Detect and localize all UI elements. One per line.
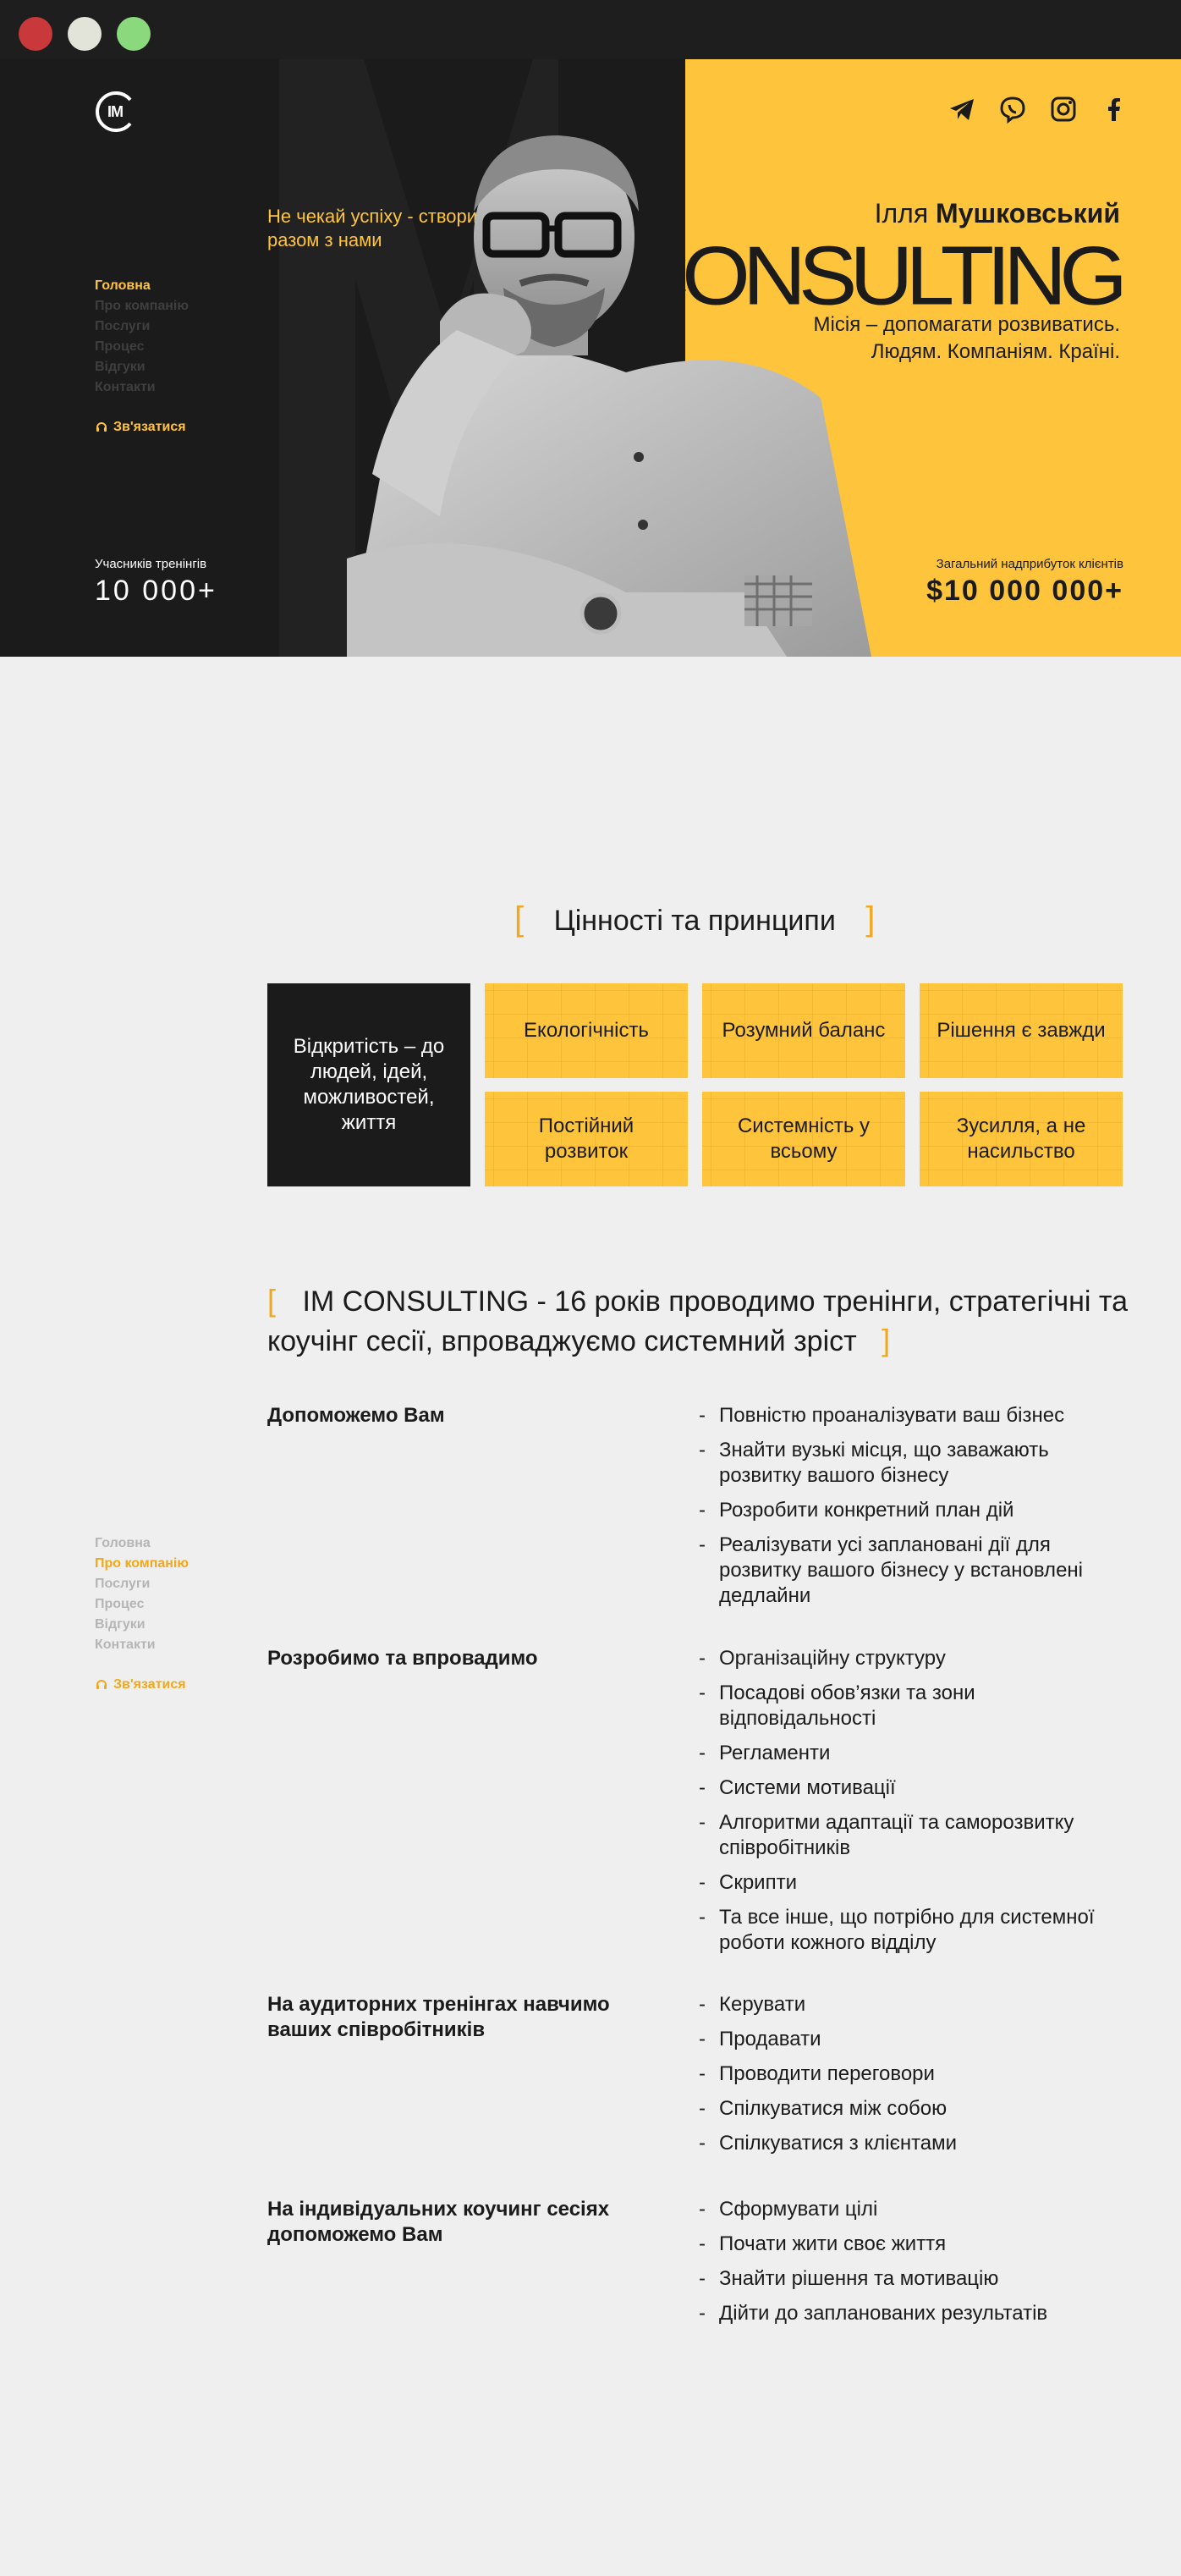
headset-icon — [96, 422, 107, 432]
list-item: Регламенти — [699, 1741, 1122, 1766]
nav-item-process[interactable]: Процес — [95, 337, 189, 357]
block-list: Організаційну структуру Посадові обов’яз… — [699, 1646, 1122, 1965]
value-card: Постійний розвиток — [485, 1092, 688, 1186]
window-titlebar — [0, 0, 1181, 59]
brand-title: CONSULTING — [625, 228, 1128, 323]
founder-photo — [347, 135, 871, 657]
nav-item-process[interactable]: Процес — [95, 1594, 189, 1615]
value-card: Зусилля, а не насильство — [920, 1092, 1123, 1186]
value-card: Системність у всьому — [702, 1092, 905, 1186]
list-item: Скрипти — [699, 1870, 1122, 1896]
value-card: Рішення є завжди — [920, 983, 1123, 1078]
nav-item-home[interactable]: Головна — [95, 1533, 189, 1554]
nav-item-about[interactable]: Про компанію — [95, 1554, 189, 1574]
mission-line-2: Людям. Компаніям. Країні. — [871, 340, 1120, 363]
list-item: Посадові обов’язки та зони відповідально… — [699, 1681, 1122, 1731]
minimize-window-button[interactable] — [68, 17, 102, 51]
stat-profit: Загальний надприбуток клієнтів $10 000 0… — [926, 557, 1123, 608]
nav-item-reviews[interactable]: Відгуки — [95, 1615, 189, 1635]
block-title: На аудиторних тренінгах навчимо ваших сп… — [267, 1993, 610, 2041]
founder-last-name: Мушковський — [936, 198, 1120, 228]
list-item: Знайти рішення та мотивацію — [699, 2266, 1122, 2292]
list-item: Знайти вузькі місця, що заважають розвит… — [699, 1438, 1122, 1489]
list-item: Спілкуватися з клієнтами — [699, 2131, 1122, 2156]
list-item: Системи мотивації — [699, 1775, 1122, 1801]
viber-icon[interactable] — [998, 95, 1027, 124]
list-item: Почати жити своє життя — [699, 2232, 1122, 2257]
list-item: Організаційну структуру — [699, 1646, 1122, 1671]
values-title-text: Цінності та принципи — [553, 905, 836, 937]
nav-item-home[interactable]: Головна — [95, 276, 189, 296]
value-card: Екологічність — [485, 983, 688, 1078]
stat-participants-value: 10 000+ — [95, 575, 217, 607]
contact-link-label: Зв'язатися — [113, 1677, 186, 1692]
list-item: Керувати — [699, 1992, 1122, 2017]
logo-text: IM — [107, 102, 124, 120]
founder-first-name: Ілля — [874, 198, 929, 228]
stat-participants-label: Учасників тренінгів — [95, 557, 207, 571]
bracket-close: ] — [882, 1323, 891, 1357]
stat-profit-value: $10 000 000+ — [926, 575, 1123, 607]
about-title-text: IM CONSULTING - 16 років проводимо трені… — [267, 1285, 1129, 1357]
list-item: Повністю проаналізувати ваш бізнес — [699, 1403, 1122, 1428]
nav-item-services[interactable]: Послуги — [95, 316, 189, 337]
about-title: [ IM CONSULTING - 16 років проводимо тре… — [267, 1281, 1130, 1361]
hero-side-nav: Головна Про компанію Послуги Процес Відг… — [95, 276, 189, 398]
contact-link[interactable]: Зв'язатися — [95, 1677, 186, 1693]
block-title: Допоможемо Вам — [267, 1404, 445, 1427]
nav-item-about[interactable]: Про компанію — [95, 296, 189, 316]
value-card-main: Відкритість – до людей, ідей, можливосте… — [267, 983, 470, 1186]
list-item: Розробити конкретний план дій — [699, 1498, 1122, 1523]
telegram-icon[interactable] — [948, 95, 976, 124]
block-title: Розробимо та впровадимо — [267, 1647, 538, 1670]
nav-item-services[interactable]: Послуги — [95, 1574, 189, 1594]
stat-participants: Учасників тренінгів 10 000+ — [95, 557, 217, 608]
founder-name: Ілля Мушковський — [875, 198, 1120, 229]
block-list: Сформувати цілі Почати жити своє життя З… — [699, 2197, 1122, 2336]
sticky-side-nav: Головна Про компанію Послуги Процес Відг… — [95, 1533, 189, 1655]
bracket-open: [ — [514, 900, 525, 938]
stat-profit-label: Загальний надприбуток клієнтів — [936, 557, 1123, 571]
site-logo[interactable]: IM — [93, 90, 137, 134]
list-item: Сформувати цілі — [699, 2197, 1122, 2222]
mission-line-1: Місія – допомагати розвиватись. — [813, 313, 1120, 336]
close-window-button[interactable] — [19, 17, 52, 51]
facebook-icon[interactable] — [1100, 95, 1129, 124]
list-item: Та все інше, що потрібно для системної р… — [699, 1905, 1122, 1956]
values-title: [ Цінності та принципи ] — [514, 900, 875, 938]
bracket-open: [ — [267, 1283, 277, 1318]
maximize-window-button[interactable] — [117, 17, 151, 51]
mission-text: Місія – допомагати розвиватись. Людям. К… — [814, 311, 1120, 366]
block-list: Керувати Продавати Проводити переговори … — [699, 1992, 1122, 2166]
list-item: Реалізувати усі заплановані дії для розв… — [699, 1533, 1122, 1609]
bracket-close: ] — [865, 900, 876, 938]
block-list: Повністю проаналізувати ваш бізнес Знайт… — [699, 1403, 1122, 1618]
list-item: Проводити переговори — [699, 2061, 1122, 2087]
list-item: Алгоритми адаптації та саморозвитку спів… — [699, 1810, 1122, 1861]
nav-item-contacts[interactable]: Контакти — [95, 377, 189, 398]
social-links — [948, 95, 1129, 124]
nav-item-contacts[interactable]: Контакти — [95, 1635, 189, 1655]
contact-link[interactable]: Зв'язатися — [95, 420, 186, 435]
list-item: Продавати — [699, 2027, 1122, 2052]
headset-icon — [96, 1680, 107, 1689]
list-item: Спілкуватися між собою — [699, 2096, 1122, 2122]
values-grid: Відкритість – до людей, ідей, можливосте… — [267, 983, 1123, 1186]
block-title: На індивідуальних коучинг сесіях допомож… — [267, 2198, 610, 2246]
hero-section: IM Головна Про компанію Послуги Процес В… — [0, 59, 1181, 657]
list-item: Дійти до запланованих результатів — [699, 2301, 1122, 2326]
contact-link-label: Зв'язатися — [113, 420, 186, 434]
value-card: Розумний баланс — [702, 983, 905, 1078]
nav-item-reviews[interactable]: Відгуки — [95, 357, 189, 377]
instagram-icon[interactable] — [1049, 95, 1078, 124]
